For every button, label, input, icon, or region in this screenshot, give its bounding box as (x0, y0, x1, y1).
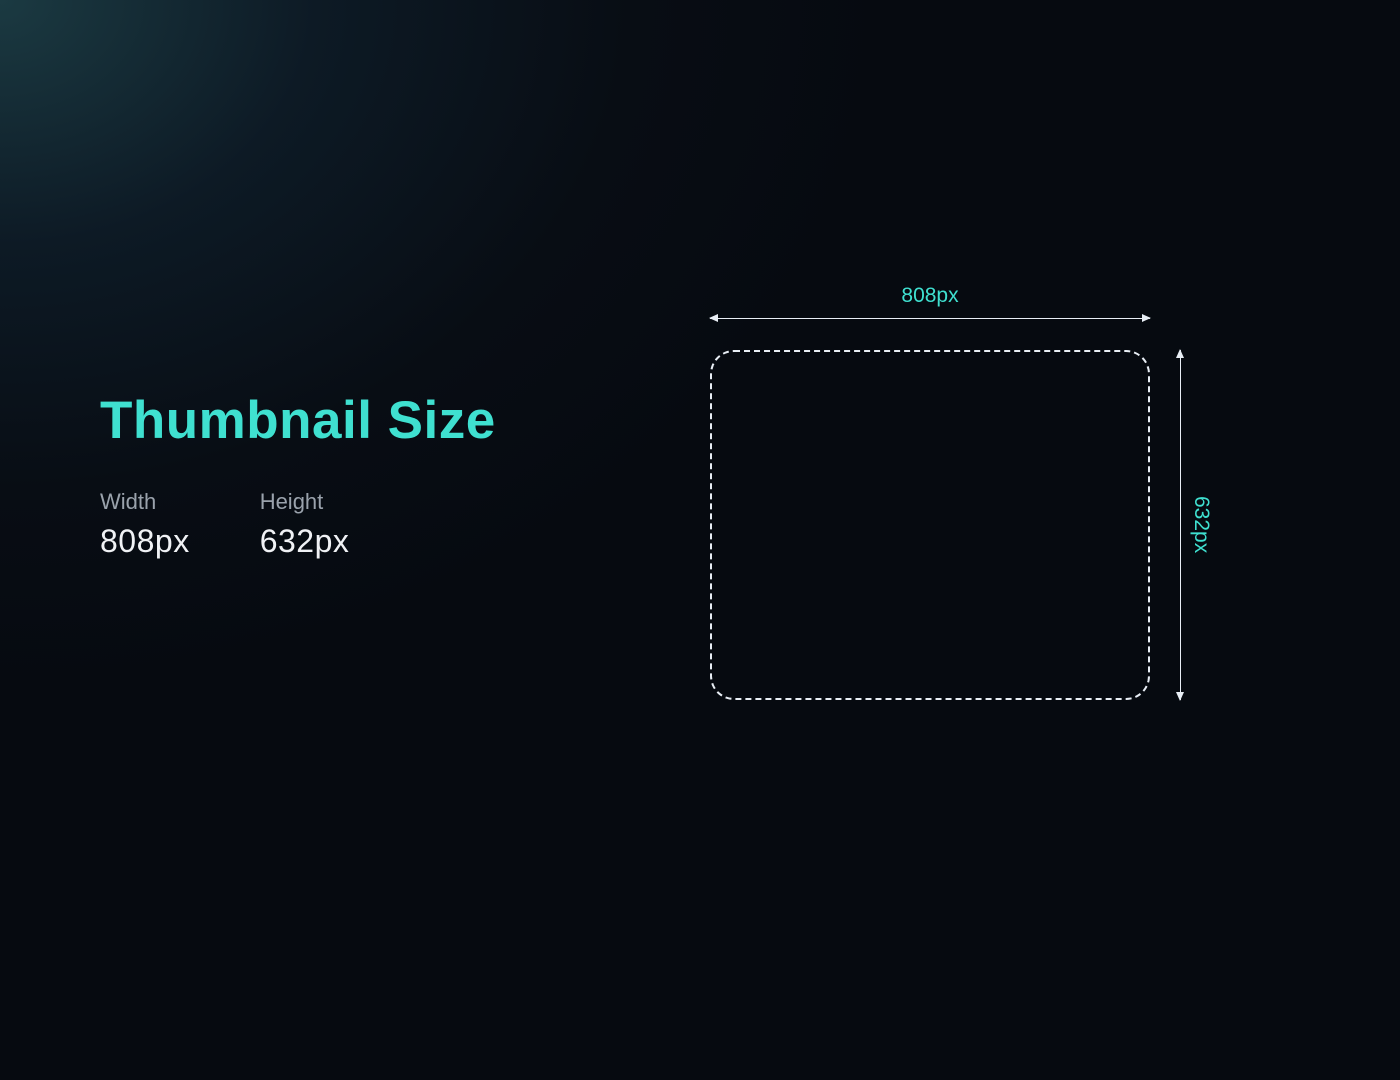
width-group: Width 808px (100, 489, 190, 560)
height-measure-label: 632px (1189, 350, 1213, 700)
height-group: Height 632px (260, 489, 350, 560)
thumbnail-outline-icon (710, 350, 1150, 700)
width-value: 808px (100, 523, 190, 560)
width-measure-line-icon (710, 318, 1150, 319)
height-value: 632px (260, 523, 350, 560)
dimensions-row: Width 808px Height 632px (100, 489, 496, 560)
thumbnail-size-spec: Thumbnail Size Width 808px Height 632px … (0, 0, 1234, 960)
spec-text-panel: Thumbnail Size Width 808px Height 632px (100, 390, 496, 560)
spec-title: Thumbnail Size (100, 390, 496, 451)
width-measure-label: 808px (710, 284, 1150, 308)
thumbnail-diagram: 808px 632px (690, 290, 1210, 720)
height-measure-line-icon (1180, 350, 1181, 700)
width-label: Width (100, 489, 190, 515)
height-label: Height (260, 489, 350, 515)
